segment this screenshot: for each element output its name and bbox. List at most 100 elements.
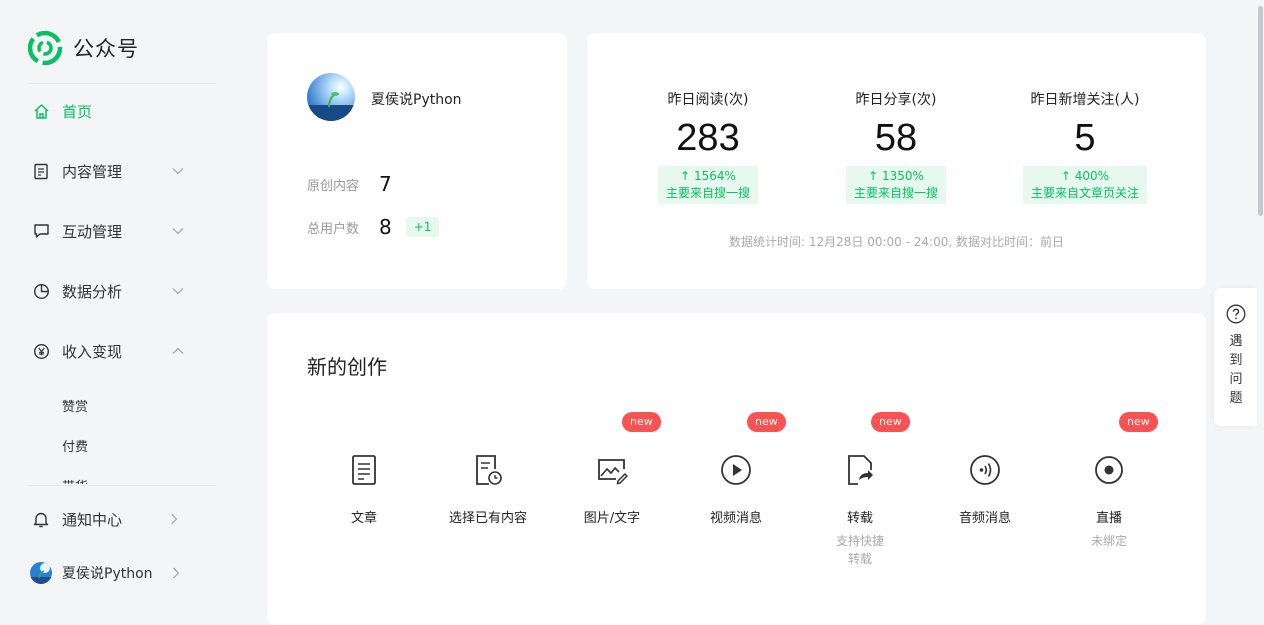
sidebar-item-account[interactable]: 夏侯说Python — [30, 559, 190, 587]
create-repost-button[interactable]: 转载 支持快捷 转载 — [798, 453, 922, 568]
sidebar-item-content[interactable]: 内容管理 — [32, 157, 190, 185]
sidebar-divider — [28, 83, 216, 84]
audio-icon — [968, 453, 1002, 487]
total-users-value: 8 — [379, 215, 392, 239]
create-audio-button[interactable]: 音频消息 — [923, 453, 1047, 526]
yen-icon — [32, 342, 50, 360]
stat-change-badge: ↑ 400% 主要来自文章页关注 — [1022, 166, 1147, 204]
stat-change: ↑ 1350% — [868, 169, 924, 183]
sidebar-item-notifications[interactable]: 通知中心 — [32, 505, 190, 533]
create-item-label: 选择已有内容 — [448, 511, 527, 526]
stat-shares[interactable]: 昨日分享(次) 58 ↑ 1350% 主要来自搜一搜 — [806, 89, 986, 204]
sidebar-item-label: 数据分析 — [62, 282, 123, 301]
stat-value: 283 — [676, 117, 740, 159]
sidebar-item-home[interactable]: 首页 — [32, 97, 190, 125]
pie-chart-icon — [32, 282, 50, 300]
sidebar-item-interaction[interactable]: 互动管理 — [32, 217, 190, 245]
new-badge: new — [622, 412, 661, 432]
sidebar-subitem-goods[interactable]: 带货 — [62, 476, 100, 484]
stat-change: ↑ 400% — [1060, 169, 1110, 183]
create-section-title: 新的创作 — [307, 355, 387, 379]
chat-icon — [32, 222, 50, 240]
create-item-label: 直播 — [1095, 511, 1122, 526]
wechat-official-logo-icon — [28, 31, 62, 65]
chevron-down-icon — [172, 288, 184, 295]
stats-card: 昨日阅读(次) 283 ↑ 1564% 主要来自搜一搜 昨日分享(次) 58 ↑… — [587, 33, 1206, 289]
stat-reads[interactable]: 昨日阅读(次) 283 ↑ 1564% 主要来自搜一搜 — [618, 89, 798, 204]
create-image-text-button[interactable]: 图片/文字 — [550, 453, 674, 526]
sidebar: 公众号 首页 内容管理 互动管理 数据分析 收入变现 赞赏 付费 通知中心 夏侯… — [0, 0, 240, 625]
sidebar-item-label: 互动管理 — [62, 222, 123, 241]
chevron-down-icon — [172, 168, 184, 175]
create-video-button[interactable]: 视频消息 — [674, 453, 798, 526]
existing-content-icon — [471, 453, 505, 487]
new-badge: new — [1119, 412, 1158, 432]
create-item-label: 视频消息 — [709, 511, 762, 526]
page-scrollbar[interactable] — [1257, 0, 1264, 625]
stat-value: 5 — [1074, 117, 1096, 159]
sidebar-item-label: 收入变现 — [62, 342, 123, 361]
stat-label: 昨日新增关注(人) — [1030, 92, 1140, 108]
sidebar-subitem-paid[interactable]: 付费 — [62, 436, 88, 455]
account-name[interactable]: 夏侯说Python — [371, 89, 462, 109]
create-item-label: 图片/文字 — [583, 511, 641, 526]
stats-time-note: 数据统计时间: 12月28日 00:00 - 24:00, 数据对比时间：前日 — [729, 235, 1064, 249]
original-content-value: 7 — [379, 172, 392, 196]
stat-new-followers[interactable]: 昨日新增关注(人) 5 ↑ 400% 主要来自文章页关注 — [995, 89, 1175, 204]
brand[interactable]: 公众号 — [28, 30, 139, 66]
stat-value: 58 — [874, 117, 918, 159]
chevron-right-icon — [171, 513, 178, 525]
help-text: 遇到问题 — [1229, 334, 1243, 406]
avatar — [30, 562, 52, 584]
chevron-down-icon — [172, 228, 184, 235]
sidebar-item-label: 首页 — [62, 102, 93, 121]
new-badge: new — [747, 412, 786, 432]
users-delta-badge: +1 — [405, 217, 440, 237]
chevron-up-icon — [172, 347, 184, 354]
repost-icon — [843, 453, 877, 487]
sidebar-item-analytics[interactable]: 数据分析 — [32, 277, 190, 305]
home-icon — [32, 102, 50, 120]
brand-name: 公众号 — [73, 37, 139, 61]
sublabel-line: 转载 — [847, 552, 872, 566]
help-float-button[interactable]: 遇到问题 — [1214, 288, 1258, 426]
chevron-right-icon — [173, 567, 180, 579]
sublabel-line: 支持快捷 — [835, 534, 884, 548]
account-card: 夏侯说Python 原创内容 7 总用户数 8 +1 — [267, 33, 567, 289]
sidebar-scroll-clip: 带货 — [0, 470, 240, 484]
image-edit-icon — [595, 453, 629, 487]
stat-change-badge: ↑ 1564% 主要来自搜一搜 — [657, 166, 758, 204]
create-item-sublabel: 支持快捷 转载 — [798, 532, 922, 568]
question-icon — [1226, 304, 1246, 324]
stat-source: 主要来自文章页关注 — [1030, 186, 1139, 200]
total-users-label: 总用户数 — [307, 221, 360, 237]
article-icon — [347, 453, 381, 487]
create-select-existing-button[interactable]: 选择已有内容 — [426, 453, 550, 526]
scrollbar-thumb[interactable] — [1258, 6, 1263, 216]
play-icon — [719, 453, 753, 487]
sidebar-item-label: 内容管理 — [62, 162, 123, 181]
new-badge: new — [871, 412, 910, 432]
original-content-row: 原创内容 7 — [307, 172, 392, 196]
stat-source: 主要来自搜一搜 — [665, 186, 750, 200]
stat-change: ↑ 1564% — [680, 169, 736, 183]
create-article-button[interactable]: 文章 — [302, 453, 426, 526]
sidebar-item-label: 通知中心 — [62, 510, 123, 529]
avatar[interactable] — [307, 73, 355, 121]
stat-change-badge: ↑ 1350% 主要来自搜一搜 — [845, 166, 946, 204]
bell-icon — [32, 510, 50, 528]
sidebar-item-label: 夏侯说Python — [62, 566, 153, 582]
live-icon — [1092, 453, 1126, 487]
create-item-label: 转载 — [846, 511, 873, 526]
stat-label: 昨日阅读(次) — [667, 92, 749, 108]
create-card: 新的创作 new new new new 文章 选择已有内容 图片/文字 视频消… — [267, 313, 1206, 625]
total-users-row: 总用户数 8 +1 — [307, 215, 440, 239]
sidebar-item-monetization[interactable]: 收入变现 — [32, 337, 190, 365]
original-content-label: 原创内容 — [307, 178, 360, 194]
sidebar-divider — [28, 485, 216, 486]
create-live-button[interactable]: 直播 未绑定 — [1047, 453, 1171, 550]
document-icon — [32, 162, 50, 180]
create-item-label: 音频消息 — [958, 511, 1011, 526]
create-item-sublabel: 未绑定 — [1090, 534, 1127, 548]
sidebar-subitem-reward[interactable]: 赞赏 — [62, 396, 88, 415]
